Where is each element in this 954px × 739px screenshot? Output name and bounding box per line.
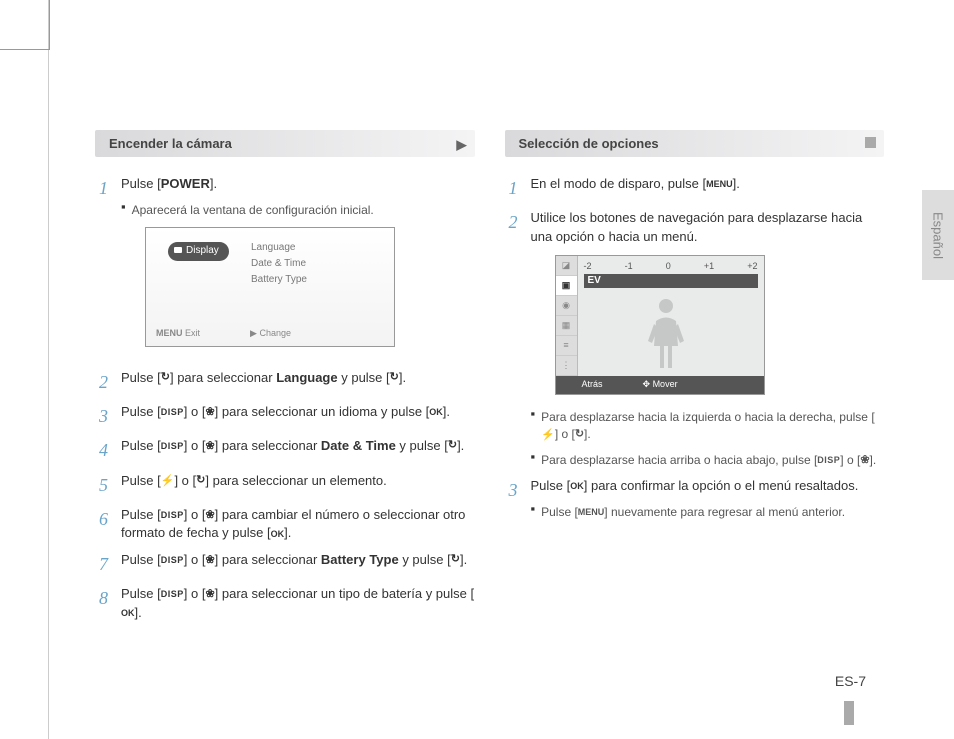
side-icon: ◉ xyxy=(556,296,577,316)
section-header-power-on: Encender la cámara ▶ xyxy=(95,130,475,157)
ok-icon xyxy=(570,482,584,491)
step-text: Pulse [] o [] para seleccionar un tipo d… xyxy=(121,585,475,623)
side-icon: ▦ xyxy=(556,316,577,336)
macro-icon xyxy=(205,555,214,566)
side-icon: ≡ xyxy=(556,336,577,356)
step-number: 2 xyxy=(509,209,531,469)
bullet-icon: ▪ xyxy=(531,405,536,444)
step-text: Utilice los botones de navegación para d… xyxy=(531,209,885,469)
left-column: Encender la cámara ▶ 1 Pulse [POWER]. ▪ A… xyxy=(95,130,475,699)
disp-icon xyxy=(161,442,184,451)
tick: +2 xyxy=(747,260,757,273)
step-text: Pulse [] o [] para seleccionar un idioma… xyxy=(121,403,475,429)
menu-item: Date & Time xyxy=(251,256,307,272)
timer-icon xyxy=(575,430,584,441)
timer-icon xyxy=(196,476,205,487)
silhouette-icon xyxy=(646,296,686,371)
tick: -1 xyxy=(625,260,633,273)
step-number: 4 xyxy=(99,437,121,463)
section-end-icon xyxy=(865,137,876,148)
macro-icon xyxy=(205,510,214,521)
step-text: Pulse [] o [] para seleccionar Battery T… xyxy=(121,551,475,577)
side-icon-active: ▣ xyxy=(556,276,577,296)
bar-label: Exit xyxy=(185,328,200,338)
header-text: Encender la cámara xyxy=(109,136,232,151)
tick: -2 xyxy=(584,260,592,273)
step-text: Pulse [POWER]. ▪ Aparecerá la ventana de … xyxy=(121,175,475,361)
timer-icon xyxy=(448,441,457,452)
menu-item: Battery Type xyxy=(251,272,307,288)
camera-screenshot-ev: ◪ ▣ ◉ ▦ ≡ ⋮ -2 -1 0 +1 +2 xyxy=(555,255,765,395)
txt: ]. xyxy=(210,176,217,191)
page-number: ES-7 xyxy=(835,673,866,689)
bar-label: Atrás xyxy=(582,378,603,391)
step-number: 7 xyxy=(99,551,121,577)
bullet-icon: ▪ xyxy=(121,198,126,219)
macro-icon xyxy=(860,455,869,466)
sub-text: Pulse [] nuevamente para regresar al men… xyxy=(541,504,845,521)
sub-text: Aparecerá la ventana de configuración in… xyxy=(132,202,374,219)
step-number: 8 xyxy=(99,585,121,623)
section-header-options: Selección de opciones xyxy=(505,130,885,157)
ok-icon xyxy=(271,530,285,539)
continue-arrow-icon: ▶ xyxy=(457,137,467,153)
ok-icon xyxy=(121,609,135,618)
power-label: POWER xyxy=(161,176,210,191)
step-text: En el modo de disparo, pulse []. xyxy=(531,175,885,201)
step-text: Pulse [] para confirmar la opción o el m… xyxy=(531,477,885,521)
side-icon: ◪ xyxy=(556,256,577,276)
display-pill: Display xyxy=(168,242,229,261)
page-content: Encender la cámara ▶ 1 Pulse [POWER]. ▪ A… xyxy=(95,130,884,699)
ev-label: EV xyxy=(584,274,758,288)
menu-icon xyxy=(578,508,605,517)
bar-label: Change xyxy=(259,328,291,338)
disp-icon xyxy=(161,408,184,417)
tick: 0 xyxy=(666,260,671,273)
timer-icon xyxy=(390,373,399,384)
step-text: Pulse [] o [] para seleccionar un elemen… xyxy=(121,472,475,498)
header-text: Selección de opciones xyxy=(519,136,659,151)
macro-icon xyxy=(205,441,214,452)
menu-item: Language xyxy=(251,240,307,256)
menu-icon xyxy=(156,329,183,338)
step-number: 6 xyxy=(99,506,121,544)
step-number: 2 xyxy=(99,369,121,395)
language-tab: Español xyxy=(922,190,954,280)
macro-icon xyxy=(205,589,214,600)
step-text: Pulse [] para seleccionar Language y pul… xyxy=(121,369,475,395)
bullet-icon: ▪ xyxy=(531,500,536,521)
disp-icon xyxy=(161,590,184,599)
step-text: Pulse [] o [] para seleccionar Date & Ti… xyxy=(121,437,475,463)
ok-icon xyxy=(429,408,443,417)
disp-icon xyxy=(161,556,184,565)
txt: Pulse [ xyxy=(121,176,161,191)
tick: +1 xyxy=(704,260,714,273)
flash-icon xyxy=(161,476,175,487)
bar-label: Mover xyxy=(653,379,678,389)
footer-marker xyxy=(844,701,854,725)
sub-text: Para desplazarse hacia la izquierda o ha… xyxy=(541,409,884,444)
right-column: Selección de opciones 1 En el modo de di… xyxy=(505,130,885,699)
step-number: 1 xyxy=(99,175,121,361)
step-text: Pulse [] o [] para cambiar el número o s… xyxy=(121,506,475,544)
flash-icon xyxy=(541,430,555,441)
step-number: 3 xyxy=(509,477,531,521)
sub-text: Para desplazarse hacia arriba o hacia ab… xyxy=(541,452,876,469)
step-number: 5 xyxy=(99,472,121,498)
disp-icon xyxy=(161,511,184,520)
side-icon: ⋮ xyxy=(556,356,577,376)
menu-icon xyxy=(706,180,733,189)
step-number: 1 xyxy=(509,175,531,201)
macro-icon xyxy=(205,407,214,418)
timer-icon xyxy=(161,373,170,384)
camera-screenshot-setup: Display Language Date & Time Battery Typ… xyxy=(145,227,395,347)
bullet-icon: ▪ xyxy=(531,448,536,469)
step-number: 3 xyxy=(99,403,121,429)
timer-icon xyxy=(451,555,460,566)
disp-icon xyxy=(817,456,840,465)
